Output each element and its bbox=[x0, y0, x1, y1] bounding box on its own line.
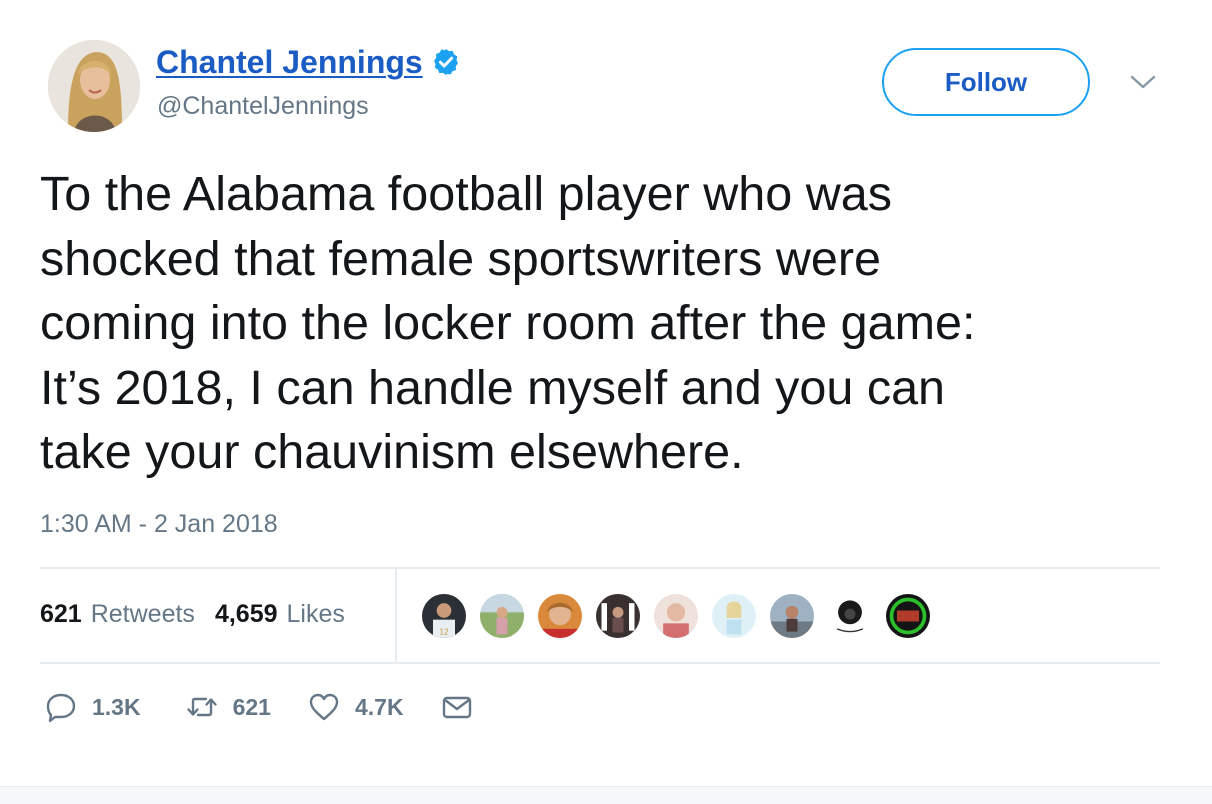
avatar[interactable] bbox=[48, 40, 140, 132]
reply-button[interactable]: 1.3K bbox=[44, 690, 149, 724]
chevron-down-icon[interactable] bbox=[1128, 70, 1158, 94]
retweet-count: 621 bbox=[232, 693, 271, 720]
retweets-label: Retweets bbox=[90, 600, 195, 628]
tweet-timestamp[interactable]: 1:30 AM - 2 Jan 2018 bbox=[40, 508, 278, 540]
liker-avatar[interactable] bbox=[768, 592, 816, 640]
like-button[interactable]: 4.7K bbox=[307, 690, 404, 724]
svg-text:12: 12 bbox=[439, 627, 449, 636]
author-name[interactable]: Chantel Jennings bbox=[156, 42, 423, 82]
divider bbox=[40, 567, 1160, 569]
retweets-stat[interactable]: 621 Retweets bbox=[40, 598, 195, 630]
verified-badge-icon bbox=[431, 47, 461, 77]
liker-avatar[interactable] bbox=[478, 592, 526, 640]
reply-icon bbox=[44, 690, 78, 724]
follow-button[interactable]: Follow bbox=[882, 48, 1090, 116]
divider bbox=[40, 662, 1160, 664]
heart-icon bbox=[307, 690, 341, 724]
retweet-button[interactable]: 621 bbox=[185, 690, 271, 724]
liker-avatar[interactable] bbox=[536, 592, 584, 640]
likes-label: Likes bbox=[286, 600, 345, 628]
tweet-stats: 621 Retweets 4,659 Likes bbox=[40, 598, 345, 630]
author-name-row: Chantel Jennings bbox=[156, 42, 461, 82]
tweet-actions: 1.3K 621 4.7K bbox=[44, 690, 510, 724]
tweet-text-line: coming into the locker room after the ga… bbox=[40, 296, 976, 350]
tweet-text: To the Alabama football player who was s… bbox=[40, 162, 1180, 485]
retweet-icon bbox=[185, 690, 219, 724]
tweet-text-line: To the Alabama football player who was bbox=[40, 167, 892, 221]
author-handle[interactable]: @ChantelJennings bbox=[157, 90, 369, 122]
liker-avatar[interactable]: 12 bbox=[420, 592, 468, 640]
tweet-text-line: shocked that female sportswriters were bbox=[40, 231, 882, 286]
likers-avatars: 12 bbox=[420, 592, 942, 640]
liker-avatar[interactable] bbox=[884, 592, 932, 640]
envelope-icon bbox=[440, 690, 474, 724]
liker-avatar[interactable] bbox=[652, 592, 700, 640]
like-count: 4.7K bbox=[354, 693, 404, 720]
tweet-text-line: It’s 2018, I can handle myself and you c… bbox=[40, 360, 946, 415]
liker-avatar[interactable] bbox=[710, 592, 758, 640]
liker-avatar[interactable] bbox=[594, 592, 642, 640]
footer-strip bbox=[0, 786, 1212, 804]
stats-divider bbox=[395, 569, 397, 662]
liker-avatar[interactable] bbox=[826, 592, 874, 640]
likes-stat[interactable]: 4,659 Likes bbox=[215, 598, 345, 630]
reply-count: 1.3K bbox=[92, 693, 141, 720]
retweets-count: 621 bbox=[40, 600, 82, 628]
direct-message-button[interactable] bbox=[440, 690, 474, 724]
tweet-text-line: take your chauvinism elsewhere. bbox=[40, 425, 744, 479]
likes-count: 4,659 bbox=[214, 600, 278, 628]
